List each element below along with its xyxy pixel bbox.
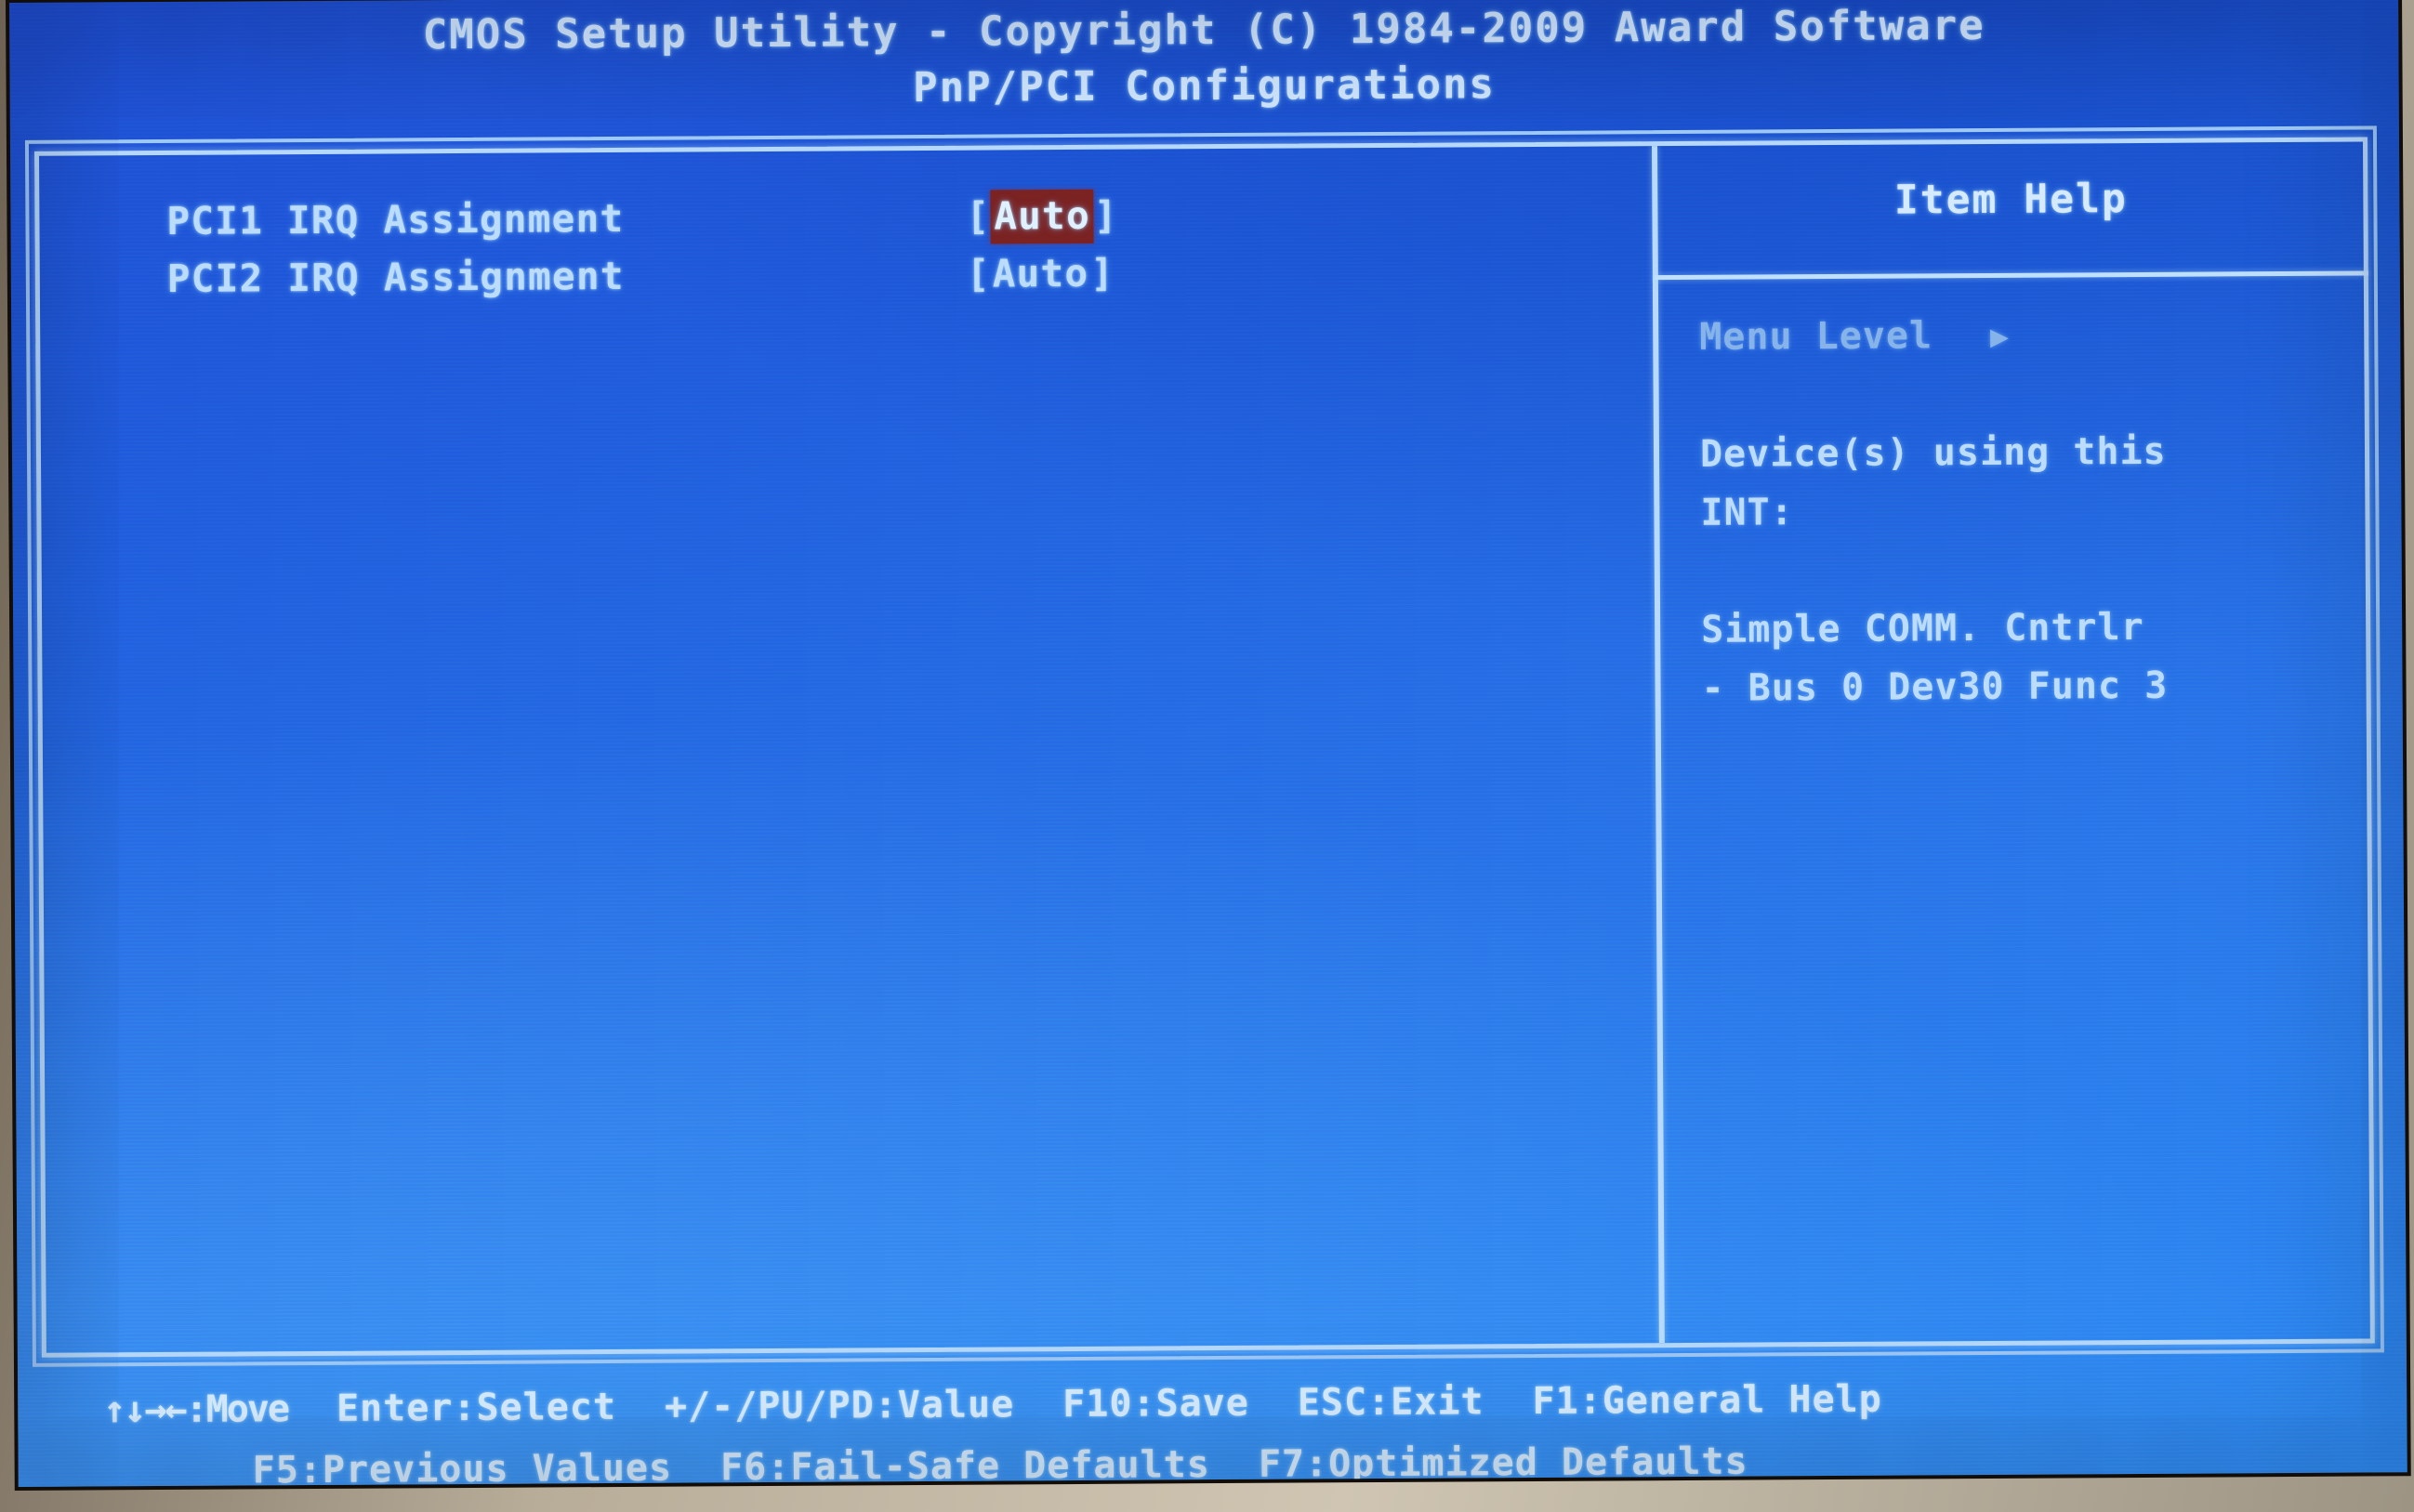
- key-esc-exit[interactable]: ESC:Exit: [1298, 1371, 1484, 1433]
- setting-label-pci2: PCI2 IRQ Assignment: [166, 253, 625, 301]
- key-move[interactable]: ↑↓→←:Move: [103, 1378, 288, 1440]
- help-device-name: Simple COMM. Cntrlr: [1701, 605, 2144, 651]
- menu-level-label: Menu Level: [1699, 314, 1933, 359]
- monitor-bezel-inner: CMOS Setup Utility - Copyright (C) 1984-…: [6, 0, 2411, 1491]
- key-enter-select[interactable]: Enter:Select: [336, 1376, 616, 1440]
- key-f10-save[interactable]: F10:Save: [1062, 1373, 1249, 1435]
- setting-value-pci1[interactable]: [Auto]: [966, 189, 1118, 244]
- bracket-open-pci1: [: [966, 193, 991, 239]
- bracket-open-pci2: [: [966, 251, 991, 296]
- key-f5-previous-values[interactable]: F5:Previous Values: [252, 1438, 673, 1487]
- help-spacer-1: [1699, 363, 2350, 426]
- setting-label-pci1: PCI1 IRQ Assignment: [166, 195, 625, 243]
- bios-screen: CMOS Setup Utility - Copyright (C) 1984-…: [9, 0, 2407, 1487]
- page-title-subtitle: PnP/PCI Configurations: [913, 60, 1497, 112]
- item-help-title: Item Help: [1893, 176, 2129, 224]
- help-device-address: - Bus 0 Dev30 Func 3: [1701, 664, 2169, 710]
- setting-row-pci1-irq-assignment[interactable]: PCI1 IRQ Assignment [Auto]: [166, 183, 1616, 250]
- key-value[interactable]: +/-/PU/PD:Value: [665, 1374, 1015, 1437]
- monitor-photo: CMOS Setup Utility - Copyright (C) 1984-…: [0, 0, 2414, 1512]
- bracket-close-pci2: ]: [1090, 250, 1115, 296]
- setting-row-pci2-irq-assignment[interactable]: PCI2 IRQ Assignment [Auto]: [167, 241, 1617, 308]
- setting-value-text-pci1[interactable]: Auto: [990, 189, 1095, 244]
- menu-level-row: Menu Level ▶: [1699, 305, 2350, 367]
- setting-value-text-pci2[interactable]: Auto: [991, 251, 1091, 296]
- bracket-close-pci1: ]: [1093, 192, 1118, 238]
- help-device-line-1: Device(s) using this: [1699, 429, 2167, 476]
- setting-value-pci2[interactable]: [Auto]: [967, 251, 1115, 296]
- page-title-copyright: CMOS Setup Utility - Copyright (C) 1984-…: [422, 1, 1985, 59]
- key-f7-optimized-defaults[interactable]: F7:Optimized Defaults: [1259, 1431, 1748, 1487]
- key-legend: ↑↓→←:Move Enter:Select +/-/PU/PD:Value F…: [18, 1365, 2407, 1487]
- settings-list: PCI1 IRQ Assignment [Auto] PCI2 IRQ Assi…: [166, 183, 1617, 308]
- page-title: CMOS Setup Utility - Copyright (C) 1984-…: [9, 0, 2399, 122]
- help-spacer-2: [1701, 539, 2352, 601]
- key-f1-general-help[interactable]: F1:General Help: [1532, 1369, 1882, 1432]
- item-help-body: Menu Level ▶ Device(s) using this INT: S…: [1699, 305, 2353, 718]
- chevron-right-icon: ▶: [1989, 317, 2011, 354]
- help-device-line-2: INT:: [1700, 491, 1794, 534]
- key-f6-fail-safe-defaults[interactable]: F6:Fail-Safe Defaults: [720, 1434, 1210, 1487]
